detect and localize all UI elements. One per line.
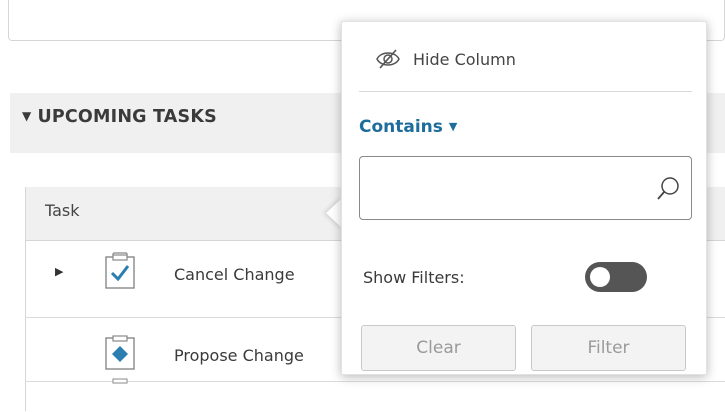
task-label[interactable]: Cancel Change — [174, 265, 295, 284]
task-icon-partial — [112, 378, 128, 384]
expand-arrow-icon[interactable]: ▶ — [55, 265, 63, 278]
section-title[interactable]: ▼ UPCOMING TASKS — [22, 107, 217, 127]
hide-column-button[interactable]: Hide Column — [375, 44, 516, 74]
search-icon[interactable] — [656, 176, 680, 202]
filter-mode-dropdown[interactable]: Contains ▼ — [359, 117, 457, 137]
clear-button[interactable]: Clear — [361, 325, 516, 371]
divider — [359, 91, 692, 92]
table-row[interactable] — [25, 382, 725, 412]
filter-mode-label: Contains — [359, 117, 443, 137]
caret-down-icon: ▼ — [448, 120, 458, 133]
filter-search-field[interactable] — [359, 156, 692, 220]
eye-slash-icon — [376, 49, 400, 69]
hide-column-label: Hide Column — [413, 49, 516, 69]
show-filters-label: Show Filters: — [363, 268, 465, 287]
section-title-label: UPCOMING TASKS — [37, 107, 217, 127]
filter-search-input[interactable] — [368, 165, 632, 213]
column-header-task[interactable]: Task — [45, 201, 80, 220]
task-check-icon — [105, 252, 135, 289]
task-diamond-icon — [105, 335, 135, 370]
filter-button[interactable]: Filter — [531, 325, 686, 371]
popup-arrow — [326, 198, 342, 228]
task-label[interactable]: Propose Change — [174, 346, 304, 365]
toggle-knob — [590, 267, 610, 287]
collapse-triangle-icon[interactable]: ▼ — [22, 109, 31, 123]
show-filters-toggle[interactable] — [585, 262, 647, 292]
